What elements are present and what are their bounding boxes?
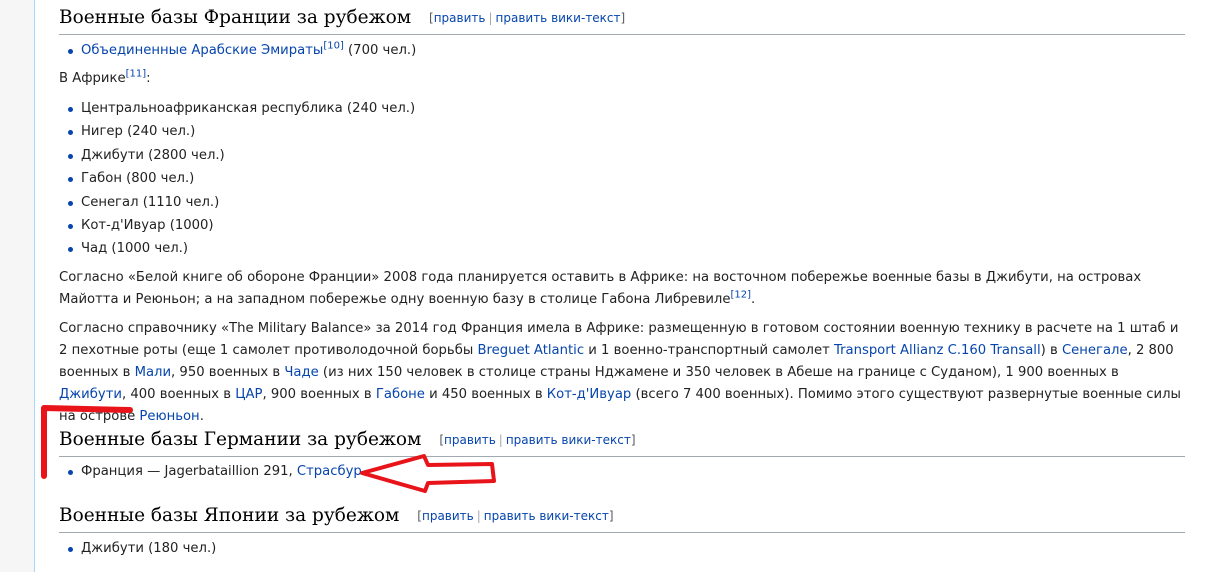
- djibouti-link[interactable]: Джибути: [59, 387, 122, 402]
- chad-link[interactable]: Чаде: [284, 365, 318, 380]
- germany-bases-list: Франция — Jagerbataillion 291, Страсбур: [59, 460, 362, 483]
- ref-11-link[interactable]: [11]: [126, 69, 147, 80]
- mali-link[interactable]: Мали: [135, 365, 171, 380]
- military-balance-paragraph: Согласно справочнику «The Military Balan…: [59, 321, 1181, 424]
- section-title-japan: Военные базы Японии за рубежом: [59, 505, 400, 526]
- car-link[interactable]: ЦАР: [235, 387, 262, 402]
- cote-divoire-link[interactable]: Кот-д'Ивуар: [547, 387, 632, 402]
- list-item: Нигер (240 чел.): [67, 120, 415, 143]
- section-heading-france: Военные базы Франции за рубежом [править…: [59, 5, 1185, 35]
- breguet-atlantic-link[interactable]: Breguet Atlantic: [477, 343, 584, 358]
- list-item: Джибути (2800 чел.): [67, 144, 415, 167]
- section-heading-japan: Военные базы Японии за рубежом [править |…: [59, 503, 1185, 533]
- list-item: Франция — Jagerbataillion 291, Страсбур: [68, 460, 362, 483]
- list-item: Объединенные Арабские Эмираты[10] (700 ч…: [67, 39, 416, 62]
- section-heading-germany: Военные базы Германии за рубежом [правит…: [59, 427, 1185, 457]
- ref-12-link[interactable]: [12]: [730, 290, 751, 301]
- list-item: Сенегал (1110 чел.): [67, 191, 415, 214]
- japan-bases-list: Джибути (180 чел.): [59, 537, 216, 560]
- africa-bases-list: Центральноафриканская республика (240 че…: [59, 97, 415, 261]
- white-book-paragraph: Согласно «Белой книге об обороне Франции…: [59, 270, 1142, 307]
- edit-section-links-germany: [править | править вики-текст]: [439, 433, 636, 447]
- edit-section-links-france: [править | править вики-текст]: [429, 11, 626, 25]
- uae-link[interactable]: Объединенные Арабские Эмираты: [81, 43, 323, 58]
- reunion-link[interactable]: Реюньон: [139, 409, 199, 424]
- list-item: Габон (800 чел.): [67, 167, 415, 190]
- transall-link[interactable]: Transport Allianz C.160 Transall: [834, 343, 1041, 358]
- uae-list: Объединенные Арабские Эмираты[10] (700 ч…: [59, 39, 416, 62]
- list-item: Чад (1000 чел.): [67, 237, 415, 260]
- edit-link-france[interactable]: править: [434, 11, 486, 25]
- edit-source-link-germany[interactable]: править вики-текст: [506, 433, 631, 447]
- ref-10-link[interactable]: [10]: [323, 41, 344, 52]
- section-title-france: Военные базы Франции за рубежом: [59, 7, 412, 28]
- gabon-link[interactable]: Габоне: [376, 387, 425, 402]
- list-item: Центральноафриканская республика (240 че…: [67, 97, 415, 120]
- edit-section-links-japan: [править | править вики-текст]: [417, 509, 614, 523]
- section-title-germany: Военные базы Германии за рубежом: [59, 429, 422, 450]
- list-item: Джибути (180 чел.): [67, 537, 216, 560]
- edit-source-link-france[interactable]: править вики-текст: [496, 11, 621, 25]
- edit-link-germany[interactable]: править: [444, 433, 496, 447]
- strasbourg-link[interactable]: Страсбур: [297, 464, 362, 479]
- list-item: Кот-д'Ивуар (1000): [67, 214, 415, 237]
- edit-link-japan[interactable]: править: [422, 509, 474, 523]
- edit-source-link-japan[interactable]: править вики-текст: [484, 509, 609, 523]
- africa-intro: В Африке[11]:: [59, 68, 151, 86]
- article-content: Военные базы Франции за рубежом [править…: [34, 0, 1205, 572]
- senegal-link[interactable]: Сенегале: [1062, 343, 1128, 358]
